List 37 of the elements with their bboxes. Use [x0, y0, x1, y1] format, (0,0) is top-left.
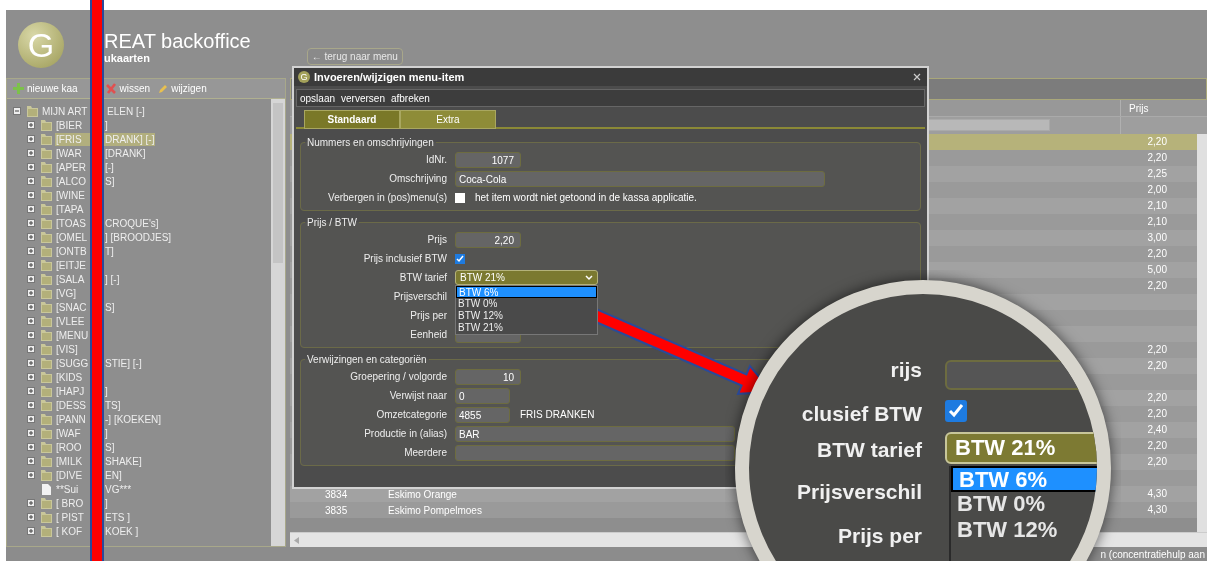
logo: G [18, 22, 64, 68]
field-label: Meerdere [403, 446, 448, 460]
section-title: Nummers en omschrijvingen [306, 136, 435, 150]
table-cell: 3835 [325, 504, 348, 516]
zoomed-label: Prijsverschil [797, 479, 922, 505]
field-label: Prijsverschil [392, 290, 448, 304]
zoomed-option: BTW 6% [951, 466, 1097, 492]
app-icon: G [298, 71, 310, 83]
field-label: IdNr. [424, 153, 448, 167]
field-label: Productie in (alias) [363, 427, 448, 441]
zoomed-option: BTW 12% [951, 518, 1097, 544]
field-label: Omschrijving [388, 172, 448, 186]
table-cell: Eskimo Orange [388, 488, 457, 500]
app-title: REAT backoffice [104, 30, 251, 52]
zoomed-label: Prijs per [837, 523, 922, 549]
dialog-title: Invoeren/wijzigen menu-item [314, 69, 465, 85]
table-cell: Eskimo Pompelmoes [388, 504, 482, 516]
field-label: Prijs [426, 233, 448, 247]
zoomed-label: rijs [890, 357, 922, 383]
field-note: FRIS DRANKEN [520, 408, 595, 422]
status-text: n (concentratiehulp aan [1100, 547, 1205, 561]
section-title: Verwijzingen en categoriën [306, 353, 428, 367]
field-label: Verbergen in (pos)menu(s) [327, 191, 448, 205]
field-label: Prijs per [409, 309, 448, 323]
field-note: het item wordt niet getoond in de kassa applicatie. [475, 191, 697, 205]
app-subtitle: ukaarten [104, 52, 151, 64]
field-label: Prijs inclusief BTW [362, 252, 448, 266]
field-label: Omzetcategorie [375, 408, 448, 422]
zoomed-label: BTW tarief [817, 437, 922, 463]
field-label: Groepering / volgorde [349, 370, 448, 384]
zoomed-option: BTW 0% [951, 492, 1097, 518]
zoomed-label: clusief BTW [801, 401, 922, 427]
section-title: Prijs / BTW [306, 216, 358, 230]
field-label: Eenheid [409, 328, 448, 342]
field-label: BTW tarief [398, 271, 448, 285]
table-cell: 3834 [325, 488, 348, 500]
field-label: Verwijst naar [388, 389, 448, 403]
